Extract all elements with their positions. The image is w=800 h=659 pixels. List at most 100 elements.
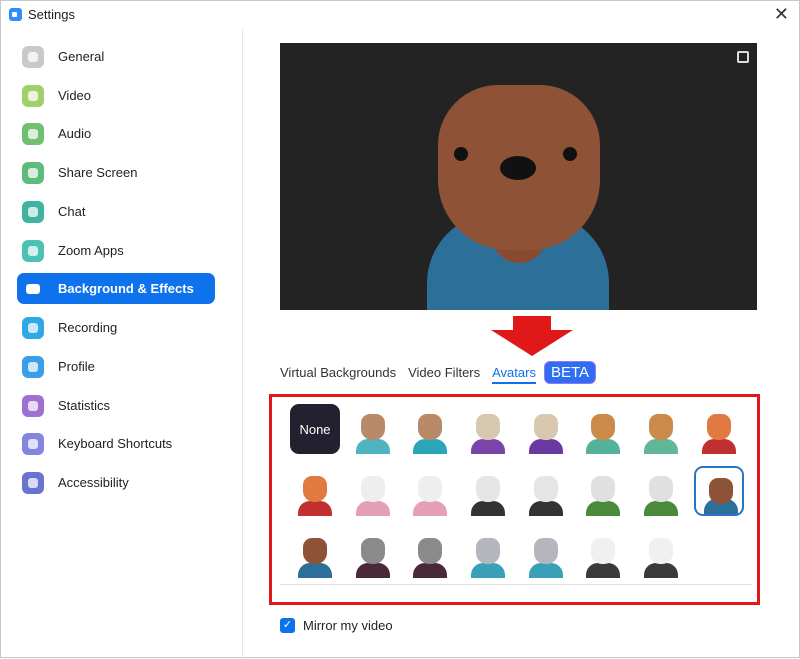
avatar-face: [591, 538, 616, 564]
avatar-gray-cat[interactable]: [521, 528, 571, 578]
tab-virtual-backgrounds[interactable]: Virtual Backgrounds: [280, 365, 396, 380]
sidebar-item-background-effects[interactable]: Background & Effects: [17, 273, 215, 304]
share-screen-icon: [22, 161, 44, 184]
zoom-logo-icon: [9, 8, 22, 21]
avatar-shirt: [298, 563, 332, 578]
sidebar-item-statistics[interactable]: Statistics: [17, 390, 215, 421]
rotate-icon[interactable]: [737, 51, 749, 63]
avatar-cow[interactable]: [463, 404, 513, 454]
avatar-shirt: [471, 563, 506, 578]
beta-badge: BETA: [543, 361, 597, 384]
sidebar-item-label: Zoom Apps: [58, 243, 124, 258]
avatar-gray-cat[interactable]: [463, 528, 513, 578]
title-bar: Settings ✕: [1, 1, 800, 29]
video-camera-icon: [22, 84, 44, 107]
avatar-bunny[interactable]: [348, 466, 398, 516]
sidebar-item-label: Share Screen: [58, 165, 138, 180]
avatar-shirt: [528, 501, 563, 516]
sidebar-item-profile[interactable]: Profile: [17, 351, 215, 382]
avatar-dog[interactable]: [636, 404, 686, 454]
effects-tabs: Virtual Backgrounds Video Filters Avatar…: [280, 361, 597, 384]
sidebar-item-keyboard-shortcuts[interactable]: Keyboard Shortcuts: [17, 428, 215, 459]
sidebar-item-share-screen[interactable]: Share Screen: [17, 157, 215, 188]
avatar-polar-bear[interactable]: [521, 466, 571, 516]
avatar-face: [476, 476, 501, 502]
close-icon[interactable]: ✕: [774, 4, 789, 25]
keyboard-icon: [22, 432, 44, 455]
avatar-eye: [563, 147, 577, 161]
avatar-shirt: [355, 563, 390, 578]
avatar-face: [418, 538, 443, 564]
avatar-cat[interactable]: [405, 404, 455, 454]
sidebar-item-audio[interactable]: Audio: [17, 118, 215, 149]
avatar-raccoon[interactable]: [348, 528, 398, 578]
avatar-shirt: [586, 501, 621, 516]
avatar-bunny[interactable]: [405, 466, 455, 516]
sidebar-item-label: Accessibility: [58, 475, 129, 490]
avatar-shirt: [413, 501, 448, 516]
sidebar-item-recording[interactable]: Recording: [17, 312, 215, 343]
headphones-icon: [22, 122, 44, 145]
avatar-face: [649, 476, 674, 502]
avatar-shirt: [644, 439, 679, 454]
avatar-face: [303, 476, 327, 502]
sidebar-item-label: Profile: [58, 359, 95, 374]
avatar-face: [303, 538, 327, 564]
chat-bubble-icon: [22, 200, 44, 223]
avatar-dairy-cow[interactable]: [636, 528, 686, 578]
avatar-eye: [454, 147, 468, 161]
tab-avatars[interactable]: Avatars: [492, 365, 536, 384]
gear-icon: [22, 45, 44, 68]
avatar-nose: [500, 156, 536, 180]
avatar-face: [533, 414, 558, 440]
sidebar-item-general[interactable]: General: [17, 41, 215, 72]
avatar-panda[interactable]: [578, 466, 628, 516]
avatar-polar-bear[interactable]: [463, 466, 513, 516]
mirror-checkbox[interactable]: ✓: [280, 618, 295, 633]
avatar-fox[interactable]: [290, 466, 340, 516]
avatar-face: [476, 414, 501, 440]
avatar-face: [360, 476, 385, 502]
tab-video-filters[interactable]: Video Filters: [408, 365, 480, 380]
avatar-shirt: [701, 439, 736, 454]
record-icon: [22, 316, 44, 339]
statistics-icon: [22, 394, 44, 417]
settings-window: Settings ✕ General Video Audio Share Screen…: [0, 0, 800, 659]
sidebar-item-accessibility[interactable]: Accessibility: [17, 467, 215, 498]
avatar-panda[interactable]: [636, 466, 686, 516]
sidebar-item-zoom-apps[interactable]: Zoom Apps: [17, 235, 215, 266]
sidebar-item-label: Chat: [58, 204, 86, 219]
avatar-shirt: [355, 439, 390, 454]
avatar-shirt: [471, 439, 506, 454]
avatar-dog[interactable]: [578, 404, 628, 454]
avatar-fox[interactable]: [694, 404, 744, 454]
avatar-cat[interactable]: [348, 404, 398, 454]
avatar-dairy-cow[interactable]: [578, 528, 628, 578]
background-icon: [22, 277, 44, 300]
divider: [280, 584, 752, 585]
avatar-brown-bear[interactable]: [290, 528, 340, 578]
mirror-label: Mirror my video: [303, 618, 393, 633]
accessibility-icon: [22, 471, 44, 494]
avatar-cow[interactable]: [521, 404, 571, 454]
sidebar-item-video[interactable]: Video: [17, 80, 215, 111]
sidebar-item-label: Background & Effects: [58, 281, 194, 296]
avatar-face: [360, 414, 385, 440]
sidebar-item-chat[interactable]: Chat: [17, 196, 215, 227]
avatar-shirt: [355, 501, 390, 516]
sidebar-item-label: Recording: [58, 320, 118, 335]
sidebar-item-label: Statistics: [58, 398, 111, 413]
avatar-raccoon[interactable]: [405, 528, 455, 578]
sidebar-item-label: Audio: [58, 126, 92, 141]
avatar-shirt: [298, 501, 332, 516]
avatar-face: [591, 476, 616, 502]
apps-icon: [22, 239, 44, 262]
sidebar-item-label: Keyboard Shortcuts: [58, 436, 173, 451]
mirror-video-option[interactable]: ✓ Mirror my video: [280, 618, 393, 633]
avatar-face: [591, 414, 616, 440]
avatar-brown-bear[interactable]: [693, 466, 744, 516]
avatar-none[interactable]: None: [290, 404, 340, 454]
avatar-shirt: [644, 563, 679, 578]
avatar-shirt: [586, 563, 621, 578]
window-title: Settings: [28, 7, 75, 22]
